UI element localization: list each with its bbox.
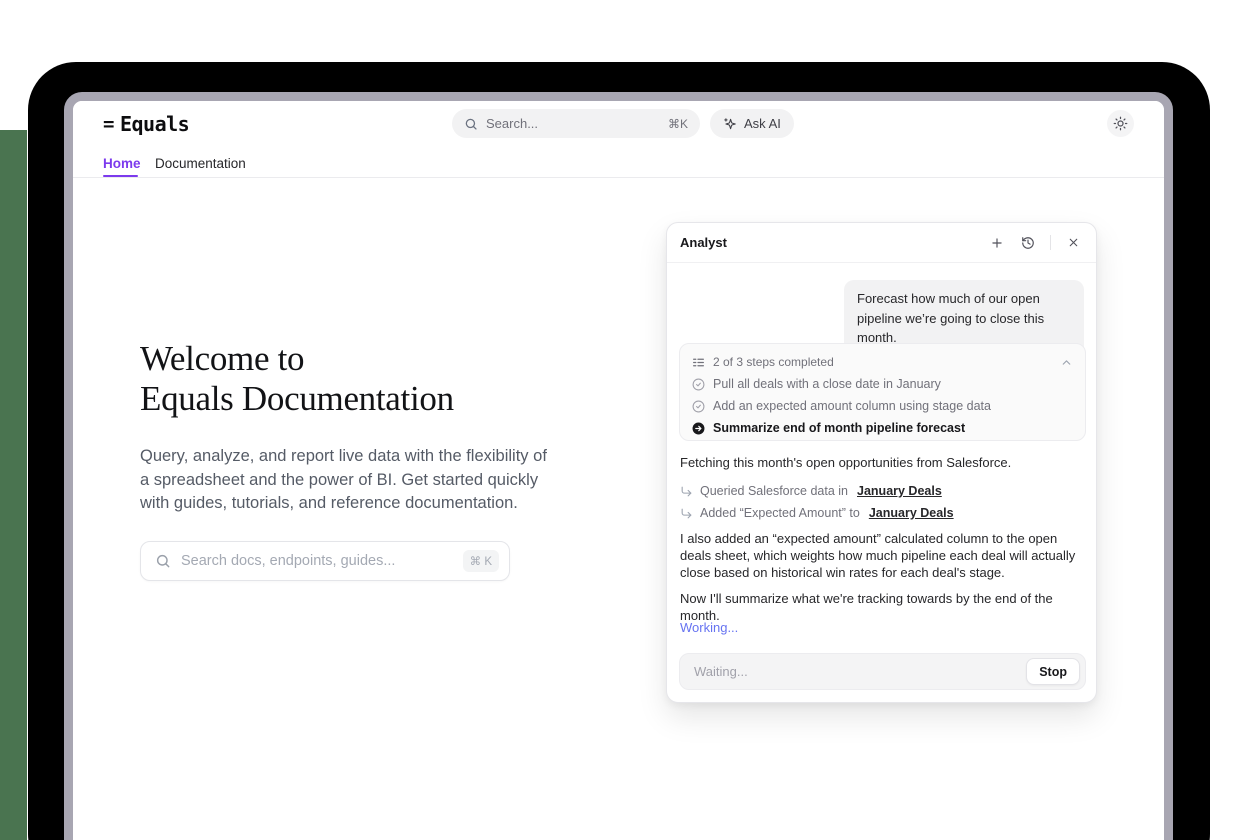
- ask-ai-label: Ask AI: [744, 116, 781, 131]
- docs-search-placeholder: Search docs, endpoints, guides...: [181, 553, 463, 569]
- app-header: = Equals Search... ⌘K Ask AI Home Docume…: [73, 101, 1164, 178]
- stop-button[interactable]: Stop: [1026, 658, 1080, 685]
- header-divider: [1050, 235, 1051, 250]
- analyst-panel-title: Analyst: [680, 235, 986, 250]
- global-search-input[interactable]: Search... ⌘K: [452, 109, 700, 138]
- step-label: Pull all deals with a close date in Janu…: [713, 377, 941, 391]
- chat-input-placeholder: Waiting...: [694, 664, 1026, 679]
- analyst-panel: Analyst Forecast how muc: [666, 222, 1097, 703]
- new-chat-button[interactable]: [986, 232, 1008, 254]
- history-icon: [1021, 236, 1035, 250]
- app-window: = Equals Search... ⌘K Ask AI Home Docume…: [64, 92, 1173, 840]
- global-search-placeholder: Search...: [486, 116, 668, 131]
- equals-logo-mark: =: [103, 113, 114, 135]
- chat-input[interactable]: Waiting... Stop: [679, 653, 1086, 690]
- assistant-message: Fetching this month's open opportunities…: [680, 454, 1011, 471]
- tool-call-line: Queried Salesforce data in January Deals: [680, 483, 942, 499]
- step-label: Add an expected amount column using stag…: [713, 399, 991, 413]
- step-label: Summarize end of month pipeline forecast: [713, 421, 965, 435]
- page: = Equals Search... ⌘K Ask AI Home Docume…: [0, 0, 1236, 840]
- chevron-up-icon[interactable]: [1060, 356, 1073, 369]
- sun-icon: [1113, 116, 1128, 131]
- check-circle-icon: [692, 378, 705, 391]
- docs-search-shortcut: ⌘ K: [463, 550, 499, 572]
- docs-search-input[interactable]: Search docs, endpoints, guides... ⌘ K: [140, 541, 510, 581]
- tool-call-line: Added “Expected Amount” to January Deals: [680, 505, 954, 521]
- analyst-panel-header: Analyst: [667, 223, 1096, 263]
- tool-call-text: Queried Salesforce data in: [700, 484, 848, 498]
- tool-call-text: Added “Expected Amount” to: [700, 506, 860, 520]
- step-item: Add an expected amount column using stag…: [692, 397, 991, 415]
- steps-card-header[interactable]: 2 of 3 steps completed: [692, 353, 1073, 371]
- arrow-right-circle-icon: [692, 422, 705, 435]
- theme-toggle-button[interactable]: [1107, 110, 1134, 137]
- tab-home[interactable]: Home: [103, 156, 141, 171]
- chat-history-button[interactable]: [1017, 232, 1039, 254]
- global-search-shortcut: ⌘K: [668, 117, 688, 131]
- equals-logo[interactable]: = Equals: [103, 111, 189, 137]
- page-title-line1: Welcome to: [140, 339, 454, 379]
- january-deals-link[interactable]: January Deals: [869, 506, 954, 520]
- assistant-message: Now I'll summarize what we're tracking t…: [680, 590, 1086, 624]
- tab-documentation[interactable]: Documentation: [155, 156, 246, 171]
- active-tab-underline: [103, 175, 138, 177]
- steps-card: 2 of 3 steps completed Pull all deals wi…: [679, 343, 1086, 441]
- sparkles-icon: [723, 117, 737, 131]
- corner-down-right-icon: [680, 485, 693, 498]
- search-icon: [464, 117, 478, 131]
- plus-icon: [990, 236, 1004, 250]
- equals-logo-text: Equals: [120, 112, 189, 136]
- list-checks-icon: [692, 356, 705, 369]
- assistant-message: I also added an “expected amount” calcul…: [680, 531, 1086, 581]
- january-deals-link[interactable]: January Deals: [857, 484, 942, 498]
- step-item: Pull all deals with a close date in Janu…: [692, 375, 941, 393]
- close-icon: [1067, 236, 1080, 249]
- steps-summary: 2 of 3 steps completed: [713, 355, 1052, 369]
- page-title-line2: Equals Documentation: [140, 379, 454, 419]
- working-status: Working...: [680, 619, 738, 636]
- check-circle-icon: [692, 400, 705, 413]
- background-green-edge: [0, 130, 27, 840]
- search-icon: [155, 553, 171, 569]
- ask-ai-button[interactable]: Ask AI: [710, 109, 794, 138]
- corner-down-right-icon: [680, 507, 693, 520]
- page-title: Welcome to Equals Documentation: [140, 339, 454, 419]
- step-item-active: Summarize end of month pipeline forecast: [692, 419, 965, 437]
- close-panel-button[interactable]: [1062, 232, 1084, 254]
- page-description: Query, analyze, and report live data wit…: [140, 445, 558, 516]
